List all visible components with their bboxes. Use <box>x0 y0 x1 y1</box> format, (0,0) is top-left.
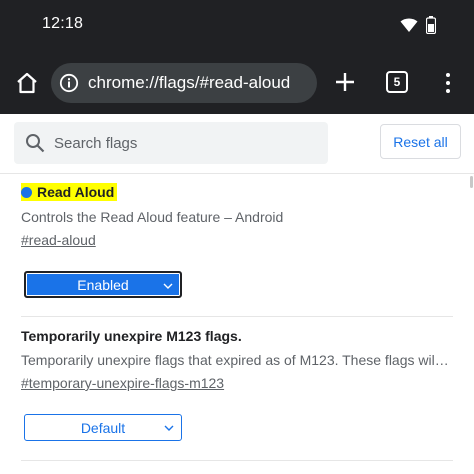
flag-title: Read Aloud <box>37 184 115 200</box>
scrollbar[interactable] <box>470 176 473 188</box>
flag-description: Controls the Read Aloud feature – Androi… <box>21 209 284 225</box>
battery-icon <box>425 16 437 39</box>
flag-permalink[interactable]: #temporary-unexpire-flags-m123 <box>21 375 224 391</box>
flag-state-select[interactable]: Enabled <box>24 271 182 298</box>
chevron-down-icon <box>163 283 173 289</box>
select-value: Default <box>80 419 126 436</box>
status-bar: 12:18 <box>0 0 474 52</box>
status-icons <box>400 16 437 39</box>
omnibox[interactable]: chrome://flags/#read-aloud <box>51 63 317 103</box>
search-box[interactable] <box>14 122 328 164</box>
chevron-down-icon <box>164 425 174 431</box>
reset-all-button[interactable]: Reset all <box>380 124 461 159</box>
flag-title-row: Temporarily unexpire M123 flags. <box>21 328 242 344</box>
search-input[interactable] <box>54 134 304 152</box>
flag-permalink[interactable]: #read-aloud <box>21 232 96 248</box>
browser-toolbar: chrome://flags/#read-aloud 5 <box>0 52 474 114</box>
more-vert-icon[interactable] <box>438 68 458 98</box>
divider <box>21 316 453 317</box>
tab-switcher-button[interactable]: 5 <box>386 71 408 93</box>
plus-icon <box>336 73 354 91</box>
flag-title: Temporarily unexpire M123 flags. <box>21 328 242 344</box>
flags-search-header: Reset all <box>0 114 474 174</box>
home-icon <box>17 72 37 94</box>
modified-dot-icon <box>21 186 32 198</box>
tab-count: 5 <box>393 75 401 89</box>
divider <box>21 460 453 461</box>
new-tab-button[interactable] <box>330 67 360 97</box>
wifi-icon <box>400 17 418 38</box>
url-text[interactable]: chrome://flags/#read-aloud <box>88 73 290 93</box>
status-time: 12:18 <box>42 15 84 32</box>
flag-title-row: Read Aloud <box>21 183 118 201</box>
info-icon[interactable] <box>58 72 80 94</box>
flag-description: Temporarily unexpire flags that expired … <box>21 352 449 368</box>
select-value: Enabled <box>77 276 129 293</box>
flag-state-select[interactable]: Default <box>24 414 182 441</box>
search-icon <box>24 132 46 154</box>
home-button[interactable] <box>10 66 44 100</box>
